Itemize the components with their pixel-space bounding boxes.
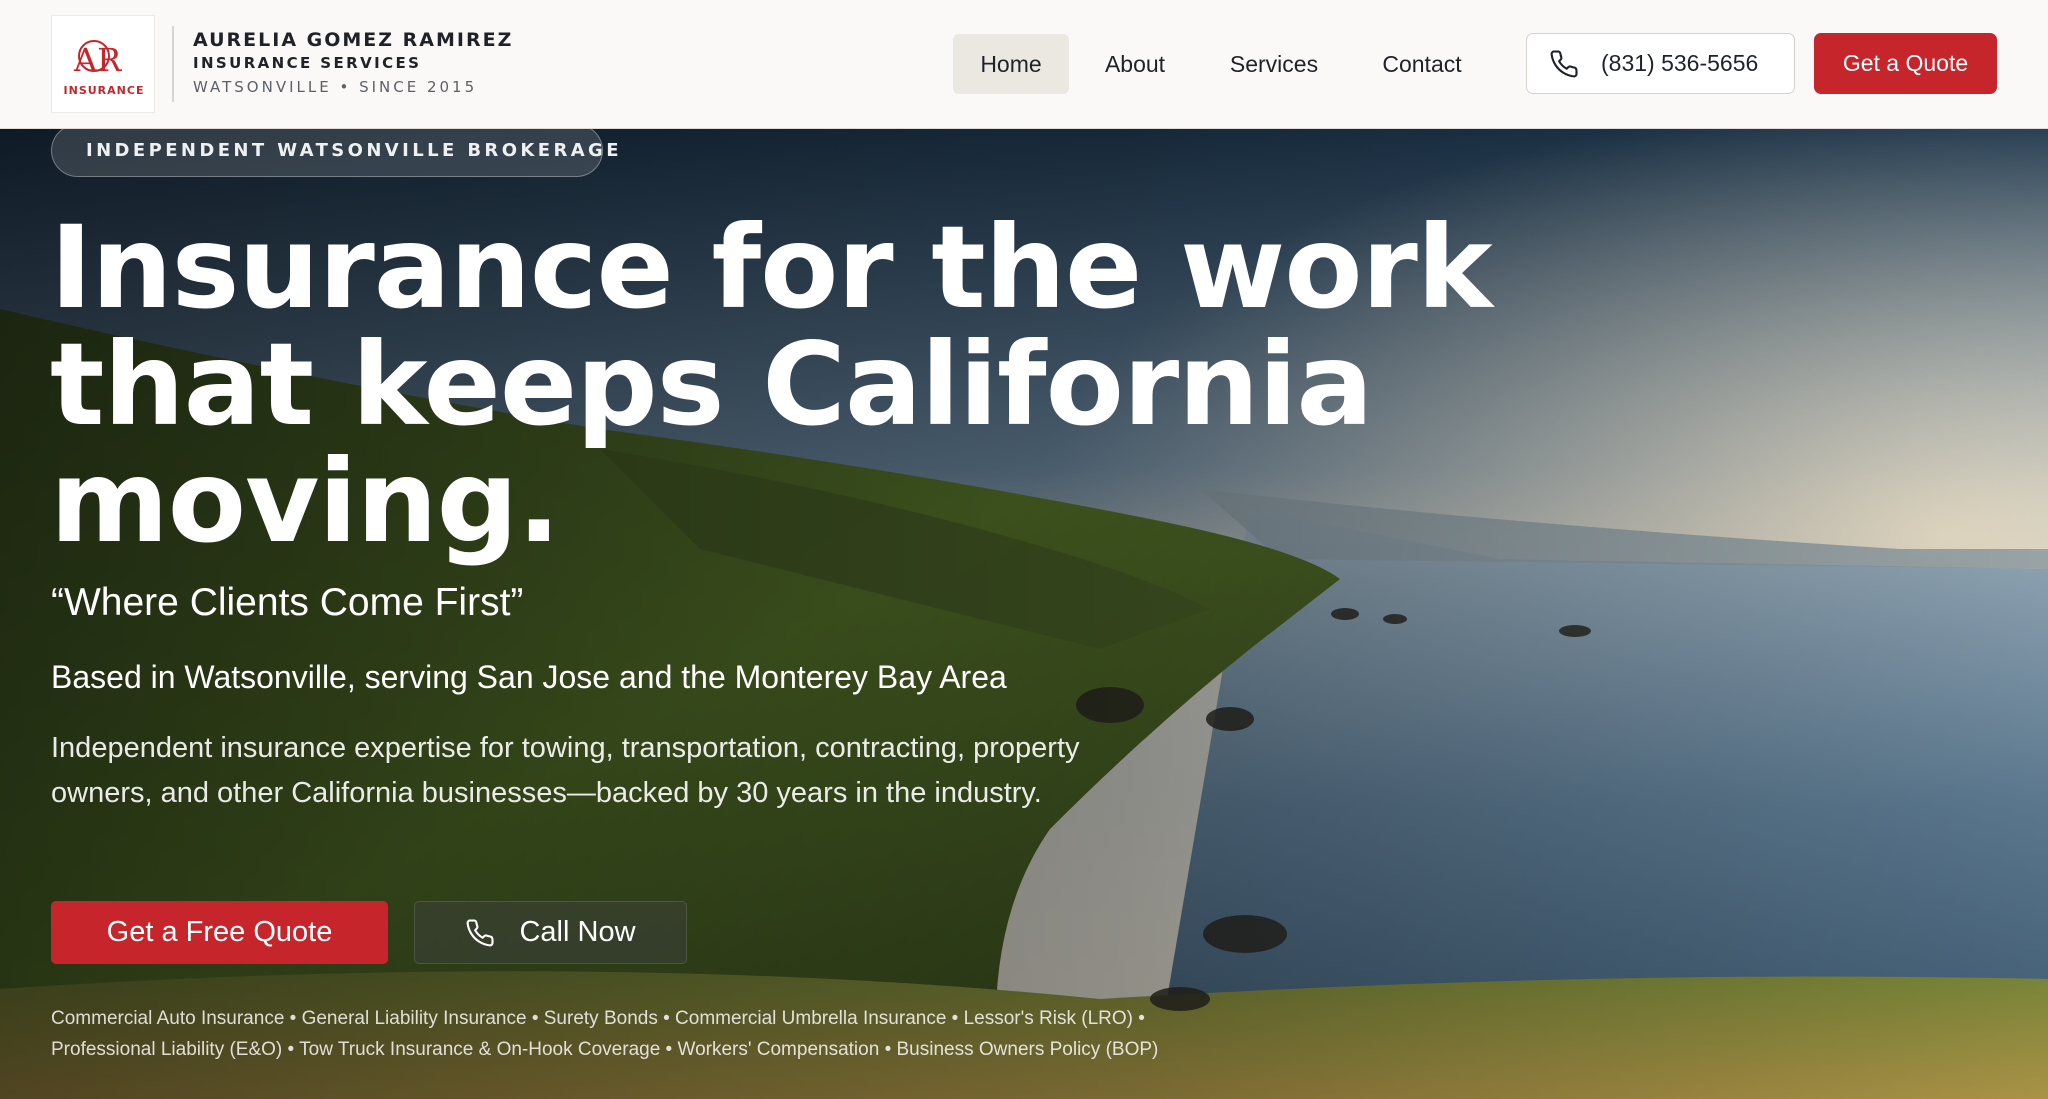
call-now-button[interactable]: Call Now [414, 901, 687, 964]
free-quote-button[interactable]: Get a Free Quote [51, 901, 388, 964]
phone-number: (831) 536-5656 [1601, 50, 1759, 76]
brand-name: AURELIA GOMEZ RAMIREZ [193, 29, 514, 51]
nav-home[interactable]: Home [953, 34, 1069, 94]
hero-subheading: Based in Watsonville, serving San Jose a… [51, 659, 1007, 695]
nav-services[interactable]: Services [1200, 34, 1348, 94]
logo[interactable]: AR INSURANCE [51, 15, 155, 113]
logo-monogram: AR [73, 41, 122, 79]
hero-headline: Insurance for the work that keeps Califo… [50, 201, 1493, 568]
call-now-label: Call Now [519, 916, 636, 948]
ar-monogram-logo: AR INSURANCE [64, 40, 145, 97]
phone-button[interactable]: (831) 536-5656 [1526, 33, 1795, 94]
headline-line-3: moving. [50, 435, 561, 568]
phone-icon [1549, 49, 1579, 79]
nav-about[interactable]: About [1083, 34, 1187, 94]
nav-contact[interactable]: Contact [1362, 34, 1482, 94]
logo-caption: INSURANCE [64, 84, 145, 97]
services-line-1: Commercial Auto Insurance • General Liab… [51, 1008, 1145, 1029]
site-header: AR INSURANCE AURELIA GOMEZ RAMIREZ INSUR… [0, 0, 2048, 129]
phone-icon [465, 918, 495, 948]
headline-line-1: Insurance for the work [50, 201, 1493, 334]
badge-label: INDEPENDENT WATSONVILLE BROKERAGE [86, 140, 622, 161]
brand-block: AURELIA GOMEZ RAMIREZ INSURANCE SERVICES… [193, 28, 513, 98]
services-list: Commercial Auto Insurance • General Liab… [51, 1003, 1301, 1065]
brand-subtitle: INSURANCE SERVICES [193, 54, 422, 72]
logo-divider [172, 26, 174, 102]
get-quote-button[interactable]: Get a Quote [1814, 33, 1997, 94]
hero-section: INDEPENDENT WATSONVILLE BROKERAGE Insura… [0, 129, 2048, 1099]
brand-meta: WATSONVILLE • SINCE 2015 [193, 78, 478, 96]
hero-description: Independent insurance expertise for towi… [51, 732, 1080, 809]
services-line-2: Professional Liability (E&O) • Tow Truck… [51, 1039, 1159, 1060]
brokerage-badge: INDEPENDENT WATSONVILLE BROKERAGE [51, 129, 619, 177]
headline-line-2: that keeps California [50, 318, 1373, 451]
hero-tagline: “Where Clients Come First” [51, 581, 524, 624]
